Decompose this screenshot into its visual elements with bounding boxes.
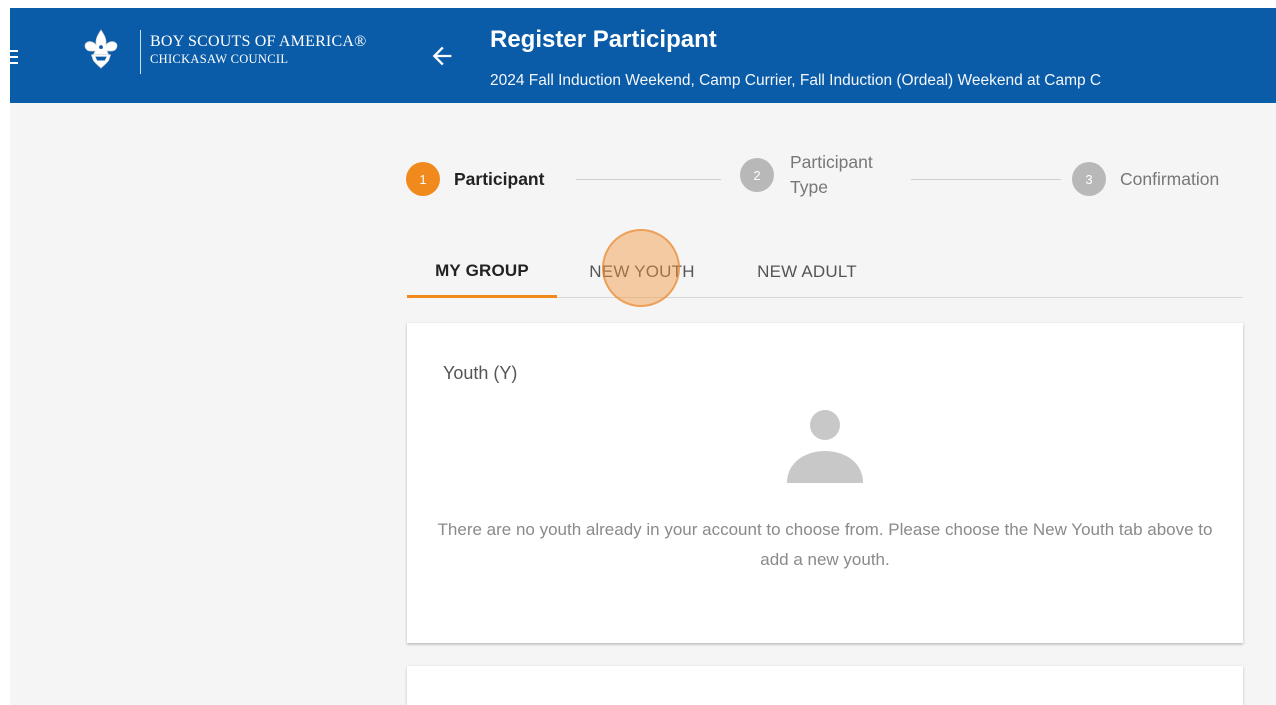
fleur-de-lis-icon xyxy=(84,29,118,69)
step-participant: 1 Participant xyxy=(406,162,544,196)
step-2-label-line1: Participant xyxy=(790,152,873,172)
bsa-logo xyxy=(82,28,146,86)
org-name-line1: BOY SCOUTS OF AMERICA® xyxy=(150,33,367,50)
step-1-number: 1 xyxy=(406,162,440,196)
empty-youth-message: There are no youth already in your accou… xyxy=(437,520,1213,569)
page-title: Register Participant xyxy=(490,26,717,53)
tab-my-group[interactable]: MY GROUP xyxy=(407,246,557,298)
participant-tabs: MY GROUP NEW YOUTH NEW ADULT xyxy=(407,246,1243,298)
org-name-line2: CHICKASAW COUNCIL xyxy=(150,52,289,66)
page-subtitle: 2024 Fall Induction Weekend, Camp Currie… xyxy=(490,72,1102,89)
step-3-number: 3 xyxy=(1072,162,1106,196)
registration-stepper: 1 Participant 2 Participant Type 3 Confi… xyxy=(406,150,1256,210)
back-arrow-icon[interactable] xyxy=(428,42,456,70)
step-connector-1 xyxy=(576,179,721,180)
app-bar: BOY SCOUTS OF AMERICA® CHICKASAW COUNCIL… xyxy=(10,8,1276,103)
hamburger-menu-icon[interactable] xyxy=(10,50,18,66)
adult-card xyxy=(407,666,1243,705)
tab-new-adult[interactable]: NEW ADULT xyxy=(732,246,882,297)
step-confirmation: 3 Confirmation xyxy=(1072,162,1219,196)
step-3-label: Confirmation xyxy=(1120,168,1220,189)
org-name: BOY SCOUTS OF AMERICA® CHICKASAW COUNCIL xyxy=(150,32,366,67)
step-2-label: Participant Type xyxy=(790,150,873,200)
step-participant-type: 2 Participant Type xyxy=(740,150,873,200)
youth-card: Youth (Y) There are no youth already in … xyxy=(407,323,1243,643)
step-2-number: 2 xyxy=(740,158,774,192)
person-icon xyxy=(783,403,867,489)
page: BOY SCOUTS OF AMERICA® CHICKASAW COUNCIL… xyxy=(10,8,1276,705)
step-2-label-line2: Type xyxy=(790,177,828,197)
org-divider xyxy=(140,30,141,74)
step-connector-2 xyxy=(911,179,1061,180)
youth-card-title: Youth (Y) xyxy=(443,363,518,383)
step-1-label: Participant xyxy=(454,168,545,189)
click-indicator xyxy=(602,229,680,307)
